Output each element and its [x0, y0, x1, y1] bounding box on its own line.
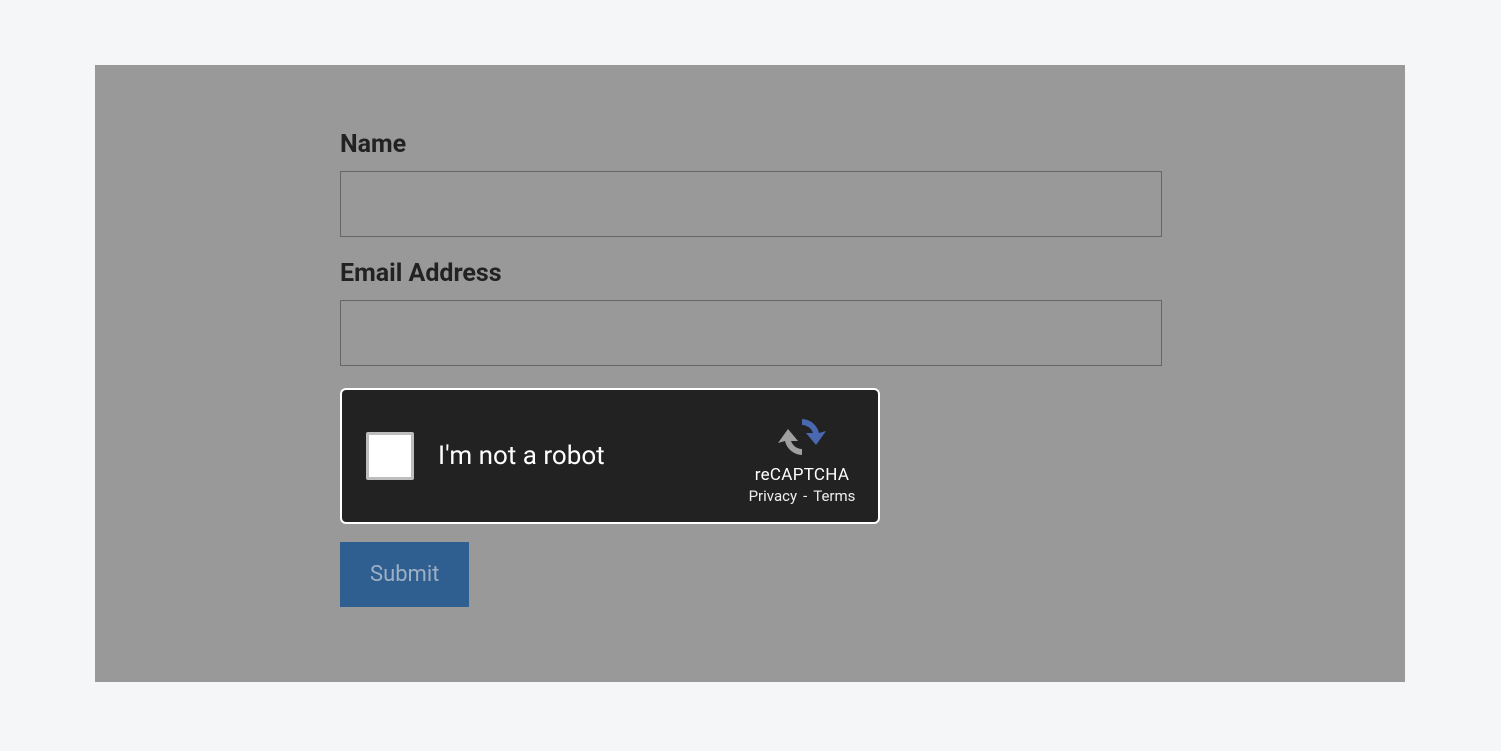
- name-label: Name: [340, 130, 1405, 159]
- recaptcha-label: I'm not a robot: [438, 441, 742, 471]
- recaptcha-terms-link[interactable]: Terms: [813, 487, 855, 505]
- recaptcha-brand-text: reCAPTCHA: [755, 465, 850, 485]
- submit-button[interactable]: Submit: [340, 542, 469, 607]
- recaptcha-links: Privacy - Terms: [749, 487, 856, 505]
- email-group: Email Address: [340, 259, 1405, 366]
- recaptcha-privacy-link[interactable]: Privacy: [749, 487, 797, 505]
- recaptcha-branding: reCAPTCHA Privacy - Terms: [742, 407, 862, 505]
- recaptcha-link-separator: -: [803, 487, 807, 505]
- recaptcha-checkbox[interactable]: [366, 432, 414, 480]
- name-group: Name: [340, 130, 1405, 237]
- email-input[interactable]: [340, 300, 1162, 366]
- name-input[interactable]: [340, 171, 1162, 237]
- email-label: Email Address: [340, 259, 1405, 288]
- recaptcha-icon: [774, 413, 830, 461]
- form-container: Name Email Address I'm not a robot reCAP…: [95, 65, 1405, 682]
- recaptcha-widget: I'm not a robot reCAPTCHA Privacy - Term…: [340, 388, 880, 524]
